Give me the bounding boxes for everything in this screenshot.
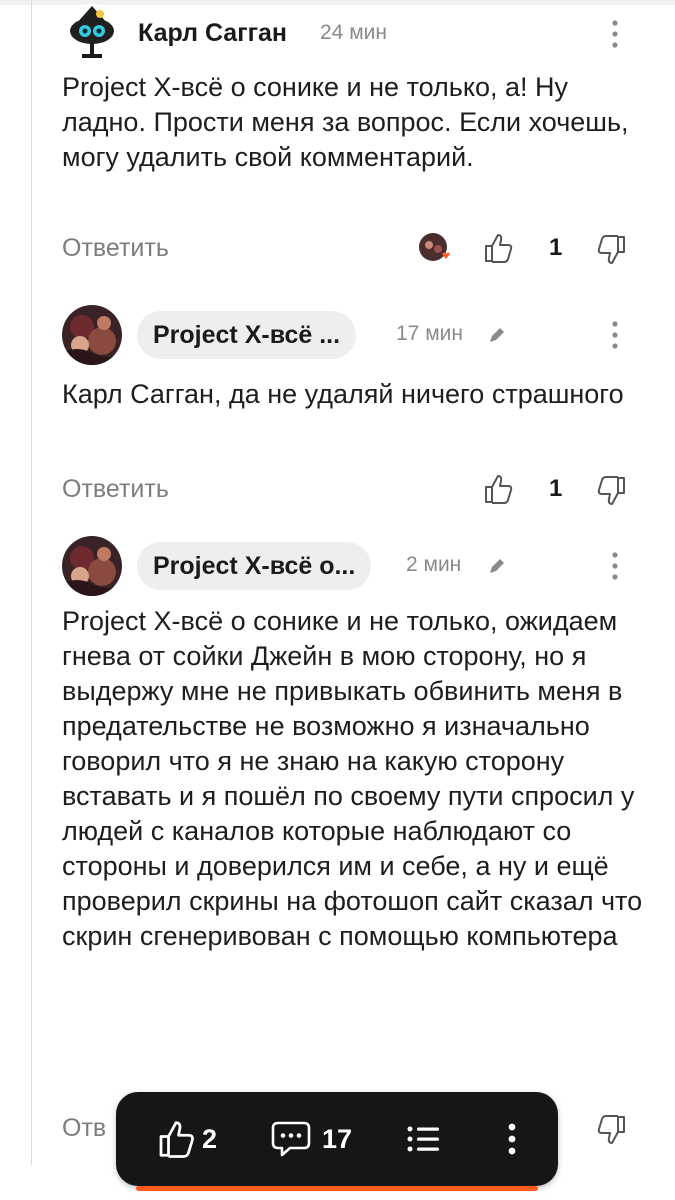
reply-button[interactable]: Ответить	[62, 234, 169, 263]
thumbs-up-icon[interactable]	[483, 473, 513, 505]
thumbs-up-icon	[159, 1121, 194, 1158]
list-icon	[407, 1126, 439, 1152]
more-vertical-icon[interactable]	[600, 548, 630, 584]
author-name[interactable]: Карл Сагган	[138, 19, 287, 48]
avatar-project-x[interactable]	[62, 305, 122, 365]
more-options-button[interactable]	[500, 1092, 524, 1186]
thumbs-up-icon[interactable]	[483, 232, 513, 264]
comment-text: Карл Сагган, да не удаляй ничего страшно…	[62, 379, 624, 409]
comment-text: Project X-всё о сонике и не только, а! Н…	[62, 72, 629, 172]
floating-action-bar: 2 17	[116, 1092, 558, 1186]
comment-header: Project X-всё ... 17 мин	[62, 305, 642, 365]
comment-text: Project X-всё о сонике и не только, ожид…	[62, 606, 643, 951]
comments-button[interactable]: 17	[270, 1092, 352, 1186]
like-post-button[interactable]: 2	[156, 1092, 217, 1186]
bottom-accent-line	[136, 1186, 538, 1191]
author-name[interactable]: Project X-всё ...	[137, 311, 357, 359]
more-vertical-icon[interactable]	[600, 16, 630, 52]
thumbs-down-icon[interactable]	[597, 1114, 627, 1146]
avatar-karl[interactable]	[62, 4, 122, 64]
post-like-count: 2	[202, 1123, 218, 1154]
comment-3: Project X-всё о... 2 мин Project X-всё о…	[62, 536, 642, 1154]
comment-actions: Ответить 1	[62, 465, 642, 515]
comment-actions: Ответить 1	[62, 224, 642, 274]
post-comment-count: 17	[322, 1123, 353, 1154]
pencil-icon	[486, 324, 508, 346]
comment-time: 2 мин	[406, 553, 462, 576]
comment-time: 17 мин	[396, 322, 463, 345]
comment-header: Карл Сагган 24 мин	[62, 4, 642, 64]
thumbs-down-icon[interactable]	[597, 234, 627, 266]
reactor-avatar	[418, 232, 450, 264]
comment-1: Карл Сагган 24 мин Project X-всё о соник…	[62, 4, 642, 274]
author-name[interactable]: Project X-всё о...	[137, 542, 372, 590]
contents-button[interactable]	[404, 1092, 444, 1186]
thread-line	[31, 0, 32, 1165]
comment-2: Project X-всё ... 17 мин Карл Сагган, да…	[62, 305, 642, 515]
reply-button[interactable]: Отв	[62, 1114, 106, 1143]
reply-button[interactable]: Ответить	[62, 475, 169, 504]
like-count: 1	[549, 475, 563, 502]
more-vertical-icon[interactable]	[600, 317, 630, 353]
comment-bubble-icon	[271, 1121, 311, 1157]
thumbs-down-icon[interactable]	[597, 475, 627, 507]
comment-header: Project X-всё о... 2 мин	[62, 536, 642, 596]
more-vertical-icon	[508, 1123, 516, 1155]
avatar-project-x[interactable]	[62, 536, 122, 596]
comment-time: 24 мин	[320, 21, 387, 44]
pencil-icon	[486, 555, 508, 577]
like-count: 1	[549, 234, 563, 261]
